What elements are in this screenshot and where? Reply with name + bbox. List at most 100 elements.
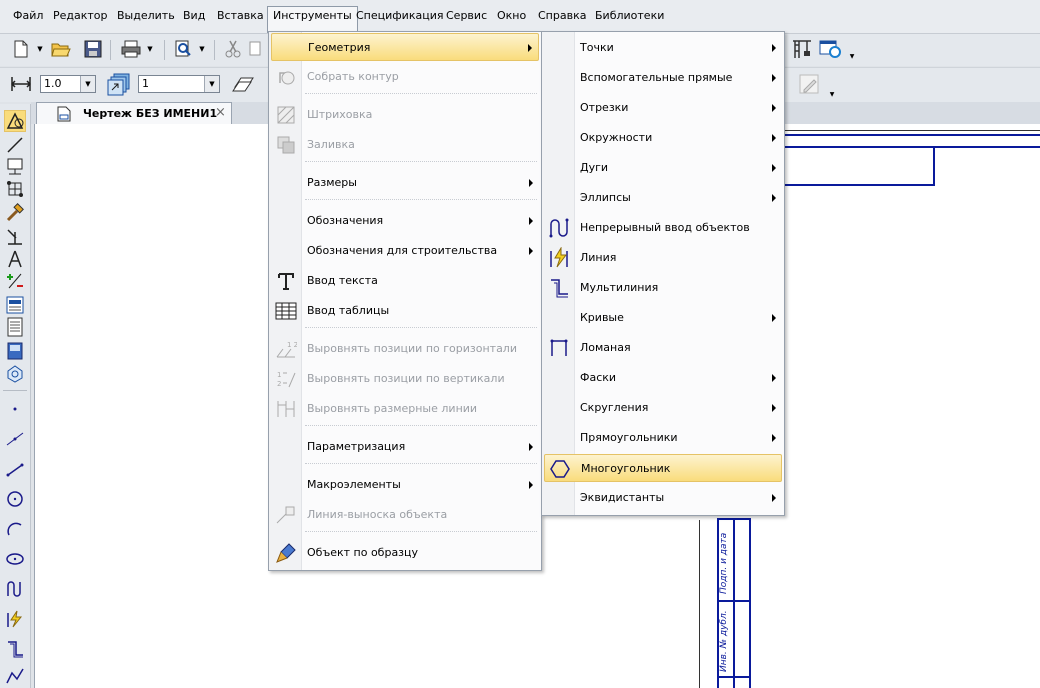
chevron-down-icon[interactable]: ▼	[80, 76, 95, 92]
menu-item-construction-designations[interactable]: Обозначения для строительства	[271, 237, 539, 265]
menu-item-collect-contour[interactable]: Собрать контур	[271, 63, 539, 91]
toolbar2-options-dropdown[interactable]: ▼	[826, 88, 838, 100]
submenu-arrow-icon	[772, 434, 776, 442]
menu-item-multiline[interactable]: Мультилиния	[544, 274, 782, 302]
menu-service[interactable]: Сервис	[441, 6, 492, 26]
auxiliary-line-tool-button[interactable]	[4, 428, 26, 450]
menu-item-align-vertical[interactable]: 12 Выровнять позиции по вертикали	[271, 365, 539, 393]
refresh-view-button[interactable]	[818, 38, 844, 60]
edit-panel-button[interactable]	[4, 178, 26, 200]
menu-item-macro-elements[interactable]: Макроэлементы	[271, 471, 539, 499]
menu-item-polygon[interactable]: Многоугольник	[544, 454, 782, 482]
menu-item-dimensions[interactable]: Размеры	[271, 169, 539, 197]
parametrization-panel-button[interactable]	[4, 202, 26, 224]
circle-tool-button[interactable]	[4, 488, 26, 510]
menu-item-equidistants[interactable]: Эквидистанты	[544, 484, 782, 512]
menu-item-align-dimension-lines[interactable]: Выровнять размерные линии	[271, 395, 539, 423]
library-panel-button[interactable]	[4, 340, 26, 362]
menu-item-designations[interactable]: Обозначения	[271, 207, 539, 235]
segment-tool-button[interactable]	[4, 458, 26, 480]
menu-item-fillets[interactable]: Скругления	[544, 394, 782, 422]
preview-button[interactable]	[172, 38, 194, 60]
menu-view[interactable]: Вид	[178, 6, 210, 26]
compact-toolbar	[0, 104, 31, 688]
select-panel-button[interactable]	[4, 270, 26, 292]
menu-item-leader-line[interactable]: Линия-выноска объекта	[271, 501, 539, 529]
compass-panel-button[interactable]	[4, 248, 26, 270]
menu-item-chamfers[interactable]: Фаски	[544, 364, 782, 392]
toolbar-options-dropdown[interactable]: ▼	[846, 50, 858, 62]
menu-help[interactable]: Справка	[533, 6, 591, 26]
menu-item-text-input[interactable]: Ввод текста	[271, 267, 539, 295]
curve-tool-button[interactable]	[4, 664, 26, 686]
chevron-down-icon[interactable]: ▼	[204, 76, 219, 92]
menu-file[interactable]: Файл	[8, 6, 48, 26]
point-tool-button[interactable]	[4, 398, 26, 420]
menu-separator	[305, 463, 537, 465]
menu-item-geometry[interactable]: Геометрия	[271, 33, 539, 61]
menu-item-parametrization[interactable]: Параметризация	[271, 433, 539, 461]
new-document-button[interactable]	[10, 38, 32, 60]
arc-tool-button[interactable]	[4, 518, 26, 540]
menu-libraries[interactable]: Библиотеки	[590, 6, 669, 26]
line-tool-button[interactable]	[4, 608, 26, 630]
save-button[interactable]	[82, 38, 104, 60]
print-dropdown[interactable]: ▼	[144, 38, 156, 60]
menu-item-polyline[interactable]: Ломаная	[544, 334, 782, 362]
menu-item-circles[interactable]: Окружности	[544, 124, 782, 152]
view-panel-button[interactable]	[4, 362, 26, 384]
new-dropdown[interactable]: ▼	[34, 38, 46, 60]
menu-item-arcs[interactable]: Дуги	[544, 154, 782, 182]
multiline-tool-button[interactable]	[4, 638, 26, 660]
menu-insert[interactable]: Вставка	[212, 6, 269, 26]
menu-item-label: Окружности	[580, 131, 653, 144]
menu-item-line[interactable]: Линия	[544, 244, 782, 272]
layer-combo[interactable]: 1 ▼	[138, 75, 220, 93]
menu-item-table-input[interactable]: Ввод таблицы	[271, 297, 539, 325]
designations-panel-button[interactable]	[4, 156, 26, 178]
menu-window[interactable]: Окно	[492, 6, 531, 26]
geometry-triangle-icon	[6, 112, 24, 129]
copy-button[interactable]	[246, 38, 264, 60]
measure-panel-button[interactable]	[4, 226, 26, 248]
line-scale-combo[interactable]: 1.0 ▼	[40, 75, 96, 93]
menu-item-segments[interactable]: Отрезки	[544, 94, 782, 122]
menu-tools[interactable]: Инструменты	[267, 6, 358, 33]
geometry-panel-button[interactable]	[4, 110, 26, 132]
layer-manager-button[interactable]	[230, 73, 256, 95]
continuous-input-tool-button[interactable]	[4, 578, 26, 600]
disabled-tool-button[interactable]	[796, 73, 824, 95]
menu-item-rectangles[interactable]: Прямоугольники	[544, 424, 782, 452]
menu-item-ellipses[interactable]: Эллипсы	[544, 184, 782, 212]
aux-line-icon	[6, 432, 24, 446]
menu-item-align-horizontal[interactable]: 1 2 Выровнять позиции по горизонтали	[271, 335, 539, 363]
menu-item-label: Заливка	[307, 138, 355, 151]
menu-item-fill[interactable]: Заливка	[271, 131, 539, 159]
menu-item-object-by-sample[interactable]: Объект по образцу	[271, 539, 539, 567]
menu-specification[interactable]: Спецификация	[351, 6, 448, 26]
layers-button[interactable]	[106, 72, 132, 98]
report-panel-button[interactable]	[4, 316, 26, 338]
submenu-arrow-icon	[772, 404, 776, 412]
menu-item-points[interactable]: Точки	[544, 34, 782, 62]
close-icon[interactable]: ×	[215, 105, 226, 120]
menu-item-continuous-input[interactable]: Непрерывный ввод объектов	[544, 214, 782, 242]
open-button[interactable]	[50, 38, 72, 60]
menu-editor[interactable]: Редактор	[48, 6, 113, 26]
document-tab[interactable]: Чертеж БЕЗ ИМЕНИ1 ×	[36, 102, 232, 124]
crane-button[interactable]	[788, 38, 814, 60]
scale-icon-button[interactable]	[8, 73, 34, 95]
strip-top	[717, 518, 751, 520]
ellipse-tool-button[interactable]	[4, 548, 26, 570]
print-button[interactable]	[120, 38, 142, 60]
spec-panel-button[interactable]	[4, 294, 26, 316]
menu-item-curves[interactable]: Кривые	[544, 304, 782, 332]
preview-dropdown[interactable]: ▼	[196, 38, 208, 60]
dimensions-panel-button[interactable]	[4, 134, 26, 156]
menu-select[interactable]: Выделить	[112, 6, 180, 26]
menu-item-label: Выровнять позиции по горизонтали	[307, 342, 517, 355]
menu-item-label: Штриховка	[307, 108, 373, 121]
menu-item-auxiliary-lines[interactable]: Вспомогательные прямые	[544, 64, 782, 92]
menu-item-hatch[interactable]: Штриховка	[271, 101, 539, 129]
cut-button[interactable]	[222, 38, 244, 60]
